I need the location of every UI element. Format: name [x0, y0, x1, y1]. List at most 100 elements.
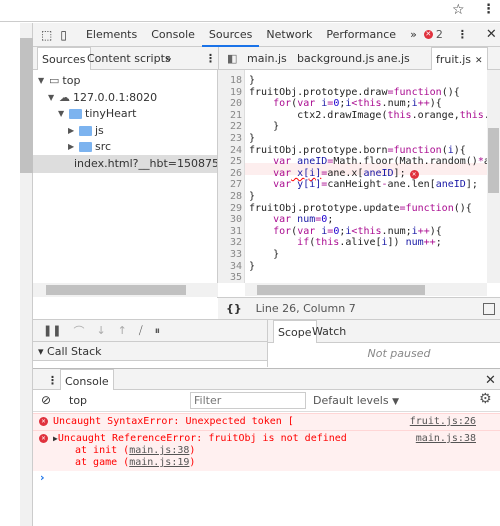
- tree-item[interactable]: ▼ tinyHeart: [58, 105, 136, 123]
- call-stack-header[interactable]: ▾ Call Stack: [33, 342, 267, 361]
- line-number: 28: [229, 191, 242, 202]
- stack-link[interactable]: main.js:38: [129, 445, 189, 456]
- tree-item[interactable]: ▶ js: [68, 122, 104, 140]
- expanded-arrow-icon[interactable]: ▼: [38, 72, 46, 90]
- inspect-element-icon[interactable]: ⬚: [41, 28, 52, 42]
- close-devtools-icon[interactable]: ✕: [486, 27, 497, 42]
- console-error-message: ✕ Uncaught SyntaxError: Unexpected token …: [33, 413, 500, 430]
- code-line: fruitObj.prototype.draw=function(){: [249, 87, 460, 99]
- page-scrollbar-thumb[interactable]: [20, 38, 33, 173]
- tab-performance[interactable]: Performance: [319, 23, 403, 47]
- file-tab[interactable]: background.js: [293, 47, 378, 70]
- navigator-more-button[interactable]: »: [161, 47, 176, 70]
- console-prompt[interactable]: ›: [40, 471, 45, 484]
- tree-item[interactable]: ▼ ☁ 127.0.0.1:8020: [48, 89, 157, 107]
- tree-item[interactable]: ▶ src: [68, 138, 111, 156]
- code-token: .num;: [381, 225, 412, 237]
- toggle-debugger-icon[interactable]: [483, 302, 495, 315]
- file-navigator: ▼ ▭ top ▼ ☁ 127.0.0.1:8020 ▼ tinyHeart ▶ js ▶ src in…: [33, 70, 218, 298]
- clear-console-icon[interactable]: ⊘: [41, 393, 51, 407]
- devtools-menu-icon[interactable]: ⋮: [457, 28, 468, 41]
- line-number: 20: [229, 98, 242, 110]
- code-token: ]): [387, 237, 406, 249]
- more-tabs-button[interactable]: »: [403, 23, 424, 47]
- file-tab[interactable]: ane.js: [373, 47, 414, 70]
- step-out-icon[interactable]: ↑: [118, 324, 127, 337]
- folder-icon: [79, 125, 92, 136]
- code-line: for(var i=0;i<this.num;i++){: [249, 98, 442, 110]
- collapsed-arrow-icon[interactable]: ▶: [68, 122, 76, 140]
- tab-elements[interactable]: Elements: [79, 23, 144, 47]
- editor-horizontal-scrollbar[interactable]: [245, 283, 487, 296]
- pause-icon[interactable]: ❚❚: [43, 324, 61, 337]
- code-token: for: [273, 225, 292, 237]
- source-link[interactable]: fruit.js:26: [410, 416, 476, 427]
- code-token: var: [273, 167, 292, 179]
- code-token: this: [357, 98, 382, 110]
- tab-sources[interactable]: Sources: [201, 23, 260, 47]
- deactivate-breakpoints-icon[interactable]: ⧸: [139, 324, 143, 338]
- line-number: 27: [229, 179, 242, 191]
- editor-status-bar: {} Line 26, Column 7: [218, 297, 500, 319]
- code-token: this: [315, 237, 340, 249]
- code-line: var num=0;: [249, 214, 333, 226]
- file-tab[interactable]: main.js: [243, 47, 291, 70]
- device-toggle-icon[interactable]: ▯: [60, 28, 67, 42]
- stack-link[interactable]: main.js:19: [129, 457, 189, 468]
- pretty-print-icon[interactable]: {}: [226, 302, 242, 315]
- code-token: i: [315, 98, 328, 110]
- log-levels-dropdown[interactable]: Default levels ▼: [313, 394, 399, 407]
- line-number: 21: [229, 109, 242, 121]
- step-over-icon[interactable]: ⌒: [73, 323, 84, 339]
- line-number: 34: [229, 260, 242, 272]
- error-icon: ✕: [39, 417, 48, 426]
- close-tab-icon[interactable]: ✕: [475, 56, 483, 66]
- collapsed-arrow-icon[interactable]: ▶: [68, 138, 76, 156]
- context-selector[interactable]: top▼: [69, 394, 209, 407]
- tab-console[interactable]: Console: [60, 369, 114, 392]
- browser-menu-icon[interactable]: ⋮: [482, 2, 495, 17]
- error-marker-icon[interactable]: ✕: [409, 169, 419, 179]
- tree-item[interactable]: index.html?__hbt=150875524: [33, 154, 217, 173]
- bookmark-star-icon[interactable]: ☆: [452, 2, 465, 18]
- navigator-horizontal-scrollbar[interactable]: [33, 283, 218, 297]
- expanded-arrow-icon[interactable]: ▼: [58, 105, 66, 123]
- console-toolbar: ⊘ top▼ Default levels ▼ ⚙: [33, 390, 500, 412]
- code-token: ;: [327, 214, 334, 226]
- error-text: Uncaught SyntaxError: Unexpected token [: [53, 416, 294, 427]
- file-tab[interactable]: fruit.js ✕: [431, 47, 488, 70]
- tab-console[interactable]: Console: [144, 23, 202, 47]
- code-token: ){: [453, 144, 466, 156]
- tab-network[interactable]: Network: [259, 23, 319, 47]
- step-into-icon[interactable]: ↓: [96, 324, 105, 337]
- code-token: num: [405, 237, 424, 249]
- tree-item[interactable]: ▼ ▭ top: [38, 72, 80, 90]
- console-filter-input[interactable]: [190, 392, 306, 409]
- error-counter[interactable]: ✕ 2: [423, 28, 443, 41]
- tab-watch[interactable]: Watch: [308, 320, 350, 343]
- code-line: fruitObj.prototype.update=function(){: [249, 203, 472, 215]
- code-editor[interactable]: 18} 19 fruitObj.prototype.draw=function(){…: [218, 70, 500, 283]
- folder-icon: [69, 109, 82, 119]
- sources-subtabs: Sources Content scripts » ⋮ ◧ main.js bac…: [33, 47, 500, 70]
- expanded-arrow-icon[interactable]: ▼: [48, 89, 56, 107]
- toggle-navigator-icon[interactable]: ◧: [223, 47, 241, 70]
- pause-on-exceptions-icon[interactable]: ⏸: [155, 324, 161, 338]
- code-token: ++: [423, 237, 436, 249]
- code-token: for: [273, 98, 292, 110]
- frame-icon: ▭: [49, 74, 60, 87]
- code-token: }: [249, 249, 280, 260]
- source-link[interactable]: main.js:38: [416, 433, 476, 444]
- close-drawer-icon[interactable]: ✕: [481, 369, 500, 392]
- editor-vertical-scrollbar[interactable]: [487, 70, 500, 283]
- line-number: 22: [229, 121, 242, 133]
- line-number: 29: [229, 202, 242, 214]
- error-text: Uncaught ReferenceError: fruitObj is not…: [57, 433, 347, 444]
- code-token: }: [249, 133, 256, 144]
- code-token: canHeight: [327, 179, 382, 191]
- console-settings-icon[interactable]: ⚙: [479, 391, 492, 407]
- code-token: this: [387, 109, 412, 121]
